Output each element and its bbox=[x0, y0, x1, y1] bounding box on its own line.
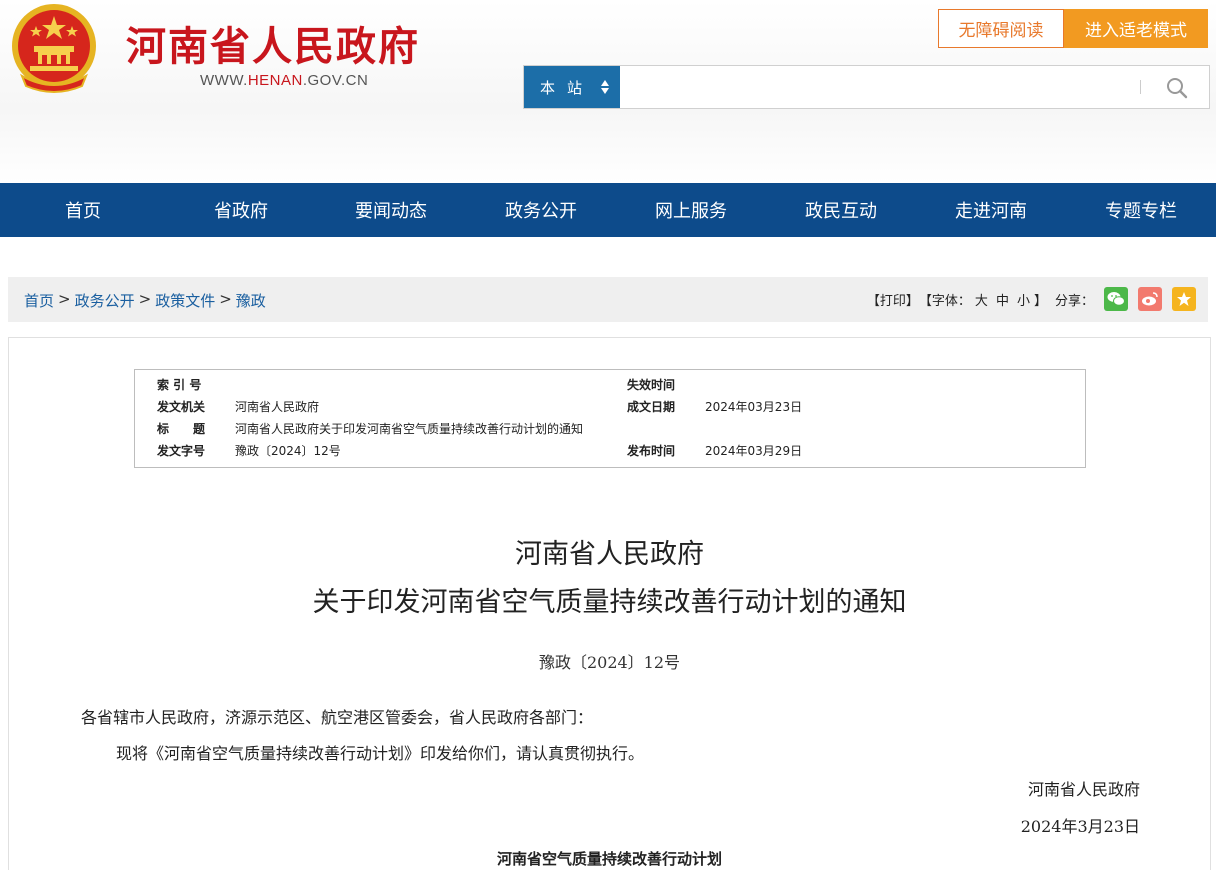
meta-row: 标 题 河南省人民政府关于印发河南省空气质量持续改善行动计划的通知 bbox=[135, 416, 1085, 438]
issuer-label: 发文机关 bbox=[157, 400, 206, 414]
share-label: 分享： bbox=[1054, 293, 1094, 309]
breadcrumb-separator: > bbox=[219, 290, 232, 308]
accessibility-button[interactable]: 无障碍阅读 bbox=[938, 9, 1064, 48]
meta-row: 发文机关 河南省人民政府 成文日期 2024年03月23日 bbox=[135, 394, 1085, 416]
title-label: 标 题 bbox=[157, 422, 206, 436]
site-url-suffix: .GOV.CN bbox=[302, 72, 369, 89]
font-medium-link[interactable]: 中 bbox=[996, 290, 1009, 309]
breadcrumb-yuzheng[interactable]: 豫政 bbox=[236, 290, 266, 311]
document-metadata-table: 索 引 号 失效时间 发文机关 河南省人民政府 成文日期 2024年03月23日… bbox=[134, 369, 1086, 468]
article-content: 索 引 号 失效时间 发文机关 河南省人民政府 成文日期 2024年03月23日… bbox=[8, 337, 1211, 870]
page-tools: 【打印】 【字体： 大 中 小 】 分享： bbox=[867, 287, 1196, 311]
nav-item-gov-affairs[interactable]: 政务公开 bbox=[466, 183, 616, 237]
print-link[interactable]: 【打印】 bbox=[867, 290, 919, 309]
search-icon[interactable] bbox=[1164, 75, 1190, 101]
search-box: 本站 bbox=[523, 65, 1210, 109]
signature: 河南省人民政府 bbox=[1027, 780, 1140, 799]
font-size-label: 【字体： bbox=[918, 293, 971, 309]
publish-value: 2024年03月29日 bbox=[705, 444, 803, 458]
breadcrumb: 首页 > 政务公开 > 政策文件 > 豫政 bbox=[24, 290, 266, 311]
search-scope-label: 本站 bbox=[540, 78, 595, 97]
document-title-line2: 关于印发河南省空气质量持续改善行动计划的通知 bbox=[312, 587, 907, 618]
wechat-icon[interactable] bbox=[1104, 287, 1128, 311]
breadcrumb-home[interactable]: 首页 bbox=[24, 290, 54, 311]
docno-label: 发文字号 bbox=[157, 444, 206, 458]
plan-title: 河南省空气质量持续改善行动计划 bbox=[496, 850, 722, 868]
signature-date: 2024年3月23日 bbox=[1020, 817, 1140, 836]
elder-mode-button[interactable]: 进入适老模式 bbox=[1064, 9, 1208, 48]
expire-label: 失效时间 bbox=[627, 378, 676, 392]
addressees: 各省辖市人民政府，济源示范区、航空港区管委会，省人民政府各部门： bbox=[81, 708, 594, 727]
main-nav: 首页 省政府 要闻动态 政务公开 网上服务 政民互动 走进河南 专题专栏 bbox=[0, 183, 1216, 237]
meta-row: 发文字号 豫政〔2024〕12号 发布时间 2024年03月29日 bbox=[135, 438, 1085, 460]
nav-item-news[interactable]: 要闻动态 bbox=[316, 183, 466, 237]
search-input[interactable] bbox=[624, 70, 1134, 104]
nav-item-about-henan[interactable]: 走进河南 bbox=[916, 183, 1066, 237]
breadcrumb-policy-docs[interactable]: 政策文件 bbox=[155, 290, 215, 311]
favorite-icon[interactable] bbox=[1172, 287, 1196, 311]
nav-item-interaction[interactable]: 政民互动 bbox=[766, 183, 916, 237]
site-header: 河南省人民政府 WWW.HENAN.GOV.CN 无障碍阅读 进入适老模式 本站 bbox=[0, 0, 1216, 183]
site-title[interactable]: 河南省人民政府 bbox=[126, 14, 420, 72]
search-scope-select[interactable]: 本站 bbox=[524, 66, 620, 108]
created-label: 成文日期 bbox=[627, 400, 676, 414]
created-value: 2024年03月23日 bbox=[705, 400, 803, 414]
document-number: 豫政〔2024〕12号 bbox=[538, 653, 681, 672]
site-url-highlight: HENAN bbox=[247, 72, 303, 89]
sort-arrows-icon bbox=[601, 80, 609, 94]
nav-item-special-topics[interactable]: 专题专栏 bbox=[1066, 183, 1216, 237]
title-value: 河南省人民政府关于印发河南省空气质量持续改善行动计划的通知 bbox=[235, 422, 584, 436]
font-size-close: 】 bbox=[1033, 293, 1047, 309]
issuer-value: 河南省人民政府 bbox=[235, 400, 320, 414]
site-url-prefix: WWW. bbox=[200, 72, 248, 89]
breadcrumb-bar: 首页 > 政务公开 > 政策文件 > 豫政 【打印】 【字体： 大 中 小 】 … bbox=[8, 277, 1208, 322]
document-title-line1: 河南省人民政府 bbox=[515, 539, 704, 570]
index-label: 索 引 号 bbox=[157, 378, 202, 392]
docno-value: 豫政〔2024〕12号 bbox=[235, 444, 341, 458]
publish-label: 发布时间 bbox=[627, 444, 676, 458]
font-large-link[interactable]: 大 bbox=[975, 290, 988, 309]
meta-row: 索 引 号 失效时间 bbox=[135, 372, 1085, 394]
site-url: WWW.HENAN.GOV.CN bbox=[200, 72, 368, 89]
breadcrumb-separator: > bbox=[58, 290, 71, 308]
breadcrumb-gov-affairs[interactable]: 政务公开 bbox=[75, 290, 135, 311]
nav-item-home[interactable]: 首页 bbox=[0, 183, 166, 237]
body-paragraph: 现将《河南省空气质量持续改善行动计划》印发给你们，请认真贯彻执行。 bbox=[116, 744, 645, 763]
nav-item-online-services[interactable]: 网上服务 bbox=[616, 183, 766, 237]
weibo-icon[interactable] bbox=[1138, 287, 1162, 311]
font-small-link[interactable]: 小 bbox=[1017, 290, 1030, 309]
nav-item-provincial-gov[interactable]: 省政府 bbox=[166, 183, 316, 237]
search-divider bbox=[1140, 80, 1141, 94]
breadcrumb-separator: > bbox=[138, 290, 152, 308]
national-emblem-icon[interactable] bbox=[8, 2, 100, 94]
